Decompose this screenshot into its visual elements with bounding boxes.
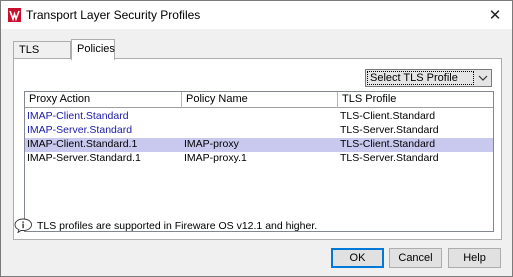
cancel-button[interactable]: Cancel	[389, 248, 442, 268]
watchguard-app-icon	[8, 8, 21, 22]
tls-profile-cell: TLS-Server.Standard	[340, 152, 439, 164]
info-message: TLS profiles are supported in Fireware O…	[37, 220, 318, 232]
policies-table: Proxy Action Policy Name TLS Profile IMA…	[24, 91, 494, 232]
column-header-tls-profile[interactable]: TLS Profile	[338, 92, 493, 108]
window-title: Transport Layer Security Profiles	[26, 8, 201, 22]
column-header-policy-name[interactable]: Policy Name	[182, 92, 338, 108]
close-icon: ✕	[488, 6, 502, 24]
policy-name-cell: IMAP-proxy.1	[184, 152, 247, 164]
tab-label: Policies	[77, 43, 115, 55]
tab-tls-profiles[interactable]: TLS Profiles	[13, 41, 71, 72]
policies-panel: Select TLS Profile Proxy Action Policy N…	[13, 58, 502, 240]
tls-profile-cell: TLS-Client.Standard	[340, 138, 436, 150]
tab-policies[interactable]: Policies	[71, 39, 115, 60]
tls-profile-cell: TLS-Client.Standard	[340, 110, 436, 122]
dialog-window: Transport Layer Security Profiles ✕ TLS …	[0, 0, 513, 277]
column-header-proxy-action[interactable]: Proxy Action	[25, 92, 182, 108]
proxy-action-cell[interactable]: IMAP-Server.Standard	[25, 124, 182, 138]
tls-profile-cell: TLS-Server.Standard	[340, 124, 439, 136]
proxy-action-cell[interactable]: IMAP-Client.Standard	[25, 110, 182, 124]
table-row[interactable]: IMAP-Server.Standard.1 IMAP-proxy.1 TLS-…	[25, 152, 493, 166]
policy-name-cell: IMAP-proxy	[184, 138, 239, 150]
chevron-down-icon	[478, 75, 488, 81]
policy-name-cell	[182, 110, 338, 124]
table-header: Proxy Action Policy Name TLS Profile	[25, 92, 493, 108]
help-button[interactable]: Help	[448, 248, 501, 268]
proxy-action-cell: IMAP-Client.Standard.1	[27, 138, 138, 150]
proxy-action-cell: IMAP-Server.Standard.1	[27, 152, 141, 164]
info-icon	[14, 218, 32, 233]
table-row[interactable]: IMAP-Server.Standard TLS-Server.Standard	[25, 124, 493, 138]
ok-button[interactable]: OK	[331, 248, 384, 268]
select-tls-profile-dropdown[interactable]: Select TLS Profile	[365, 69, 492, 87]
close-button[interactable]: ✕	[484, 4, 506, 26]
table-row-selected[interactable]: IMAP-Client.Standard.1 IMAP-proxy TLS-Cl…	[25, 138, 493, 152]
table-row[interactable]: IMAP-Client.Standard TLS-Client.Standard	[25, 110, 493, 124]
policy-name-cell	[182, 124, 338, 138]
select-label: Select TLS Profile	[367, 71, 474, 85]
title-bar: Transport Layer Security Profiles ✕	[1, 1, 512, 29]
